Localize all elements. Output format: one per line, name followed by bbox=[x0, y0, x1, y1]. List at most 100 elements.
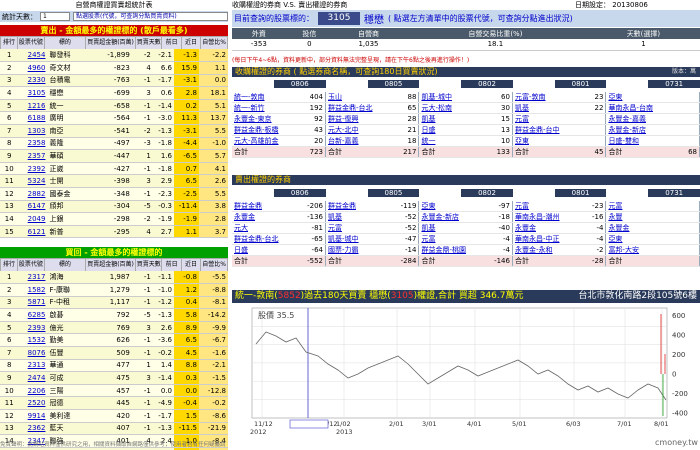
table-cell: 義隆 bbox=[47, 137, 93, 151]
broker-name-link[interactable]: 日盛 bbox=[232, 244, 293, 256]
stock-code-link[interactable]: 1532 bbox=[18, 333, 48, 348]
broker-name-link[interactable]: 群益金鼎 bbox=[232, 201, 293, 212]
stock-code-link[interactable]: 6121 bbox=[18, 225, 48, 239]
broker-name-link[interactable]: 統一 bbox=[418, 135, 480, 147]
broker-name-link[interactable]: 永豐金-新店 bbox=[605, 124, 667, 136]
table-cell: -1.3 bbox=[152, 422, 174, 436]
stock-code-link[interactable]: 2392 bbox=[18, 162, 48, 176]
broker-name-link[interactable]: 元大 bbox=[232, 222, 293, 234]
stock-code-link[interactable]: 2393 bbox=[18, 321, 48, 335]
stock-code-link[interactable]: 2330 bbox=[18, 74, 48, 88]
broker-name-link[interactable]: 永豐 bbox=[605, 211, 667, 223]
stock-code-link[interactable]: 2317 bbox=[18, 271, 48, 285]
date-value[interactable]: 20130806 bbox=[612, 1, 648, 9]
broker-name-link[interactable]: 台新-嘉義 bbox=[325, 135, 387, 147]
table-cell: 華碩 bbox=[47, 149, 93, 163]
stock-code-link[interactable]: 5324 bbox=[18, 174, 48, 189]
stock-code-link[interactable]: 1216 bbox=[18, 99, 48, 113]
days-select[interactable]: 1 bbox=[40, 12, 70, 21]
broker-name-link[interactable]: 永豐金-永和 bbox=[512, 244, 574, 256]
broker-name-link[interactable]: 元富 bbox=[418, 233, 480, 245]
broker-amount: 404 bbox=[292, 92, 326, 103]
stock-code-link[interactable]: 2520 bbox=[18, 396, 48, 411]
stock-code-link[interactable]: 4960 bbox=[18, 61, 48, 75]
broker-name-link[interactable]: 永豐金 bbox=[232, 211, 293, 223]
table-cell: -564 bbox=[92, 111, 132, 126]
broker-name-link[interactable]: 亞東 bbox=[418, 201, 480, 212]
stock-code-link[interactable]: 6285 bbox=[18, 308, 48, 322]
broker-name-link[interactable]: 凱基 bbox=[512, 102, 574, 114]
broker-name-link[interactable]: 群益金鼎-台北 bbox=[232, 233, 293, 245]
broker-name-link[interactable]: 永豐金-新店 bbox=[418, 211, 480, 223]
stock-search-input[interactable]: 點選股票(代號，可查詢分點買賣資料) bbox=[73, 12, 228, 21]
broker-name-link[interactable]: 元大-高雄前金 bbox=[232, 135, 293, 147]
broker-name-link[interactable]: 元富-敦南 bbox=[512, 92, 574, 103]
broker-name-link[interactable]: 元富 bbox=[605, 201, 667, 212]
broker-name-link[interactable]: 凱基-城中 bbox=[325, 233, 387, 245]
broker-name-link[interactable]: 群益-復興 bbox=[325, 113, 387, 125]
broker-name-link[interactable]: 亞東 bbox=[605, 233, 667, 245]
broker-name-link[interactable]: 華南永昌-潮州 bbox=[512, 211, 574, 223]
broker-name-link[interactable]: 永豐金-東京 bbox=[232, 113, 293, 125]
table-cell: -1.5 bbox=[198, 371, 228, 385]
table-row: 4 3105 穩懋 -699 3 0.6 2.8 18.1 bbox=[0, 86, 228, 100]
stock-code-link[interactable]: 6147 bbox=[18, 200, 48, 214]
stock-code-link[interactable]: 2313 bbox=[18, 359, 48, 373]
stock-code-link[interactable]: 2049 bbox=[18, 212, 48, 226]
stock-code-link[interactable]: 2357 bbox=[18, 149, 48, 163]
broker-name-link[interactable]: 凱基 bbox=[418, 113, 480, 125]
stock-code-link[interactable]: 8076 bbox=[18, 346, 48, 360]
stock-code-link[interactable]: 6188 bbox=[18, 111, 48, 126]
broker-name-link[interactable]: 元富 bbox=[325, 222, 387, 234]
broker-name-link[interactable]: 富邦-大安 bbox=[605, 244, 667, 256]
table-cell: 5.5 bbox=[198, 187, 228, 201]
broker-name-link[interactable]: 亞東 bbox=[512, 135, 574, 147]
broker-name-link[interactable]: 亞東 bbox=[605, 92, 667, 103]
broker-name-link[interactable]: 元大-北中 bbox=[325, 124, 387, 136]
broker-name-link[interactable]: 元大-松南 bbox=[418, 102, 480, 114]
stock-code-link[interactable]: 2454 bbox=[18, 49, 48, 63]
broker-name-link[interactable]: 永豐金 bbox=[605, 222, 667, 234]
broker-name-link[interactable]: 永豐金-嘉義 bbox=[605, 113, 667, 125]
broker-name-link[interactable]: 日盛-雙和 bbox=[605, 135, 667, 147]
stock-code-link[interactable]: 2474 bbox=[18, 371, 48, 385]
table-cell: 0.0 bbox=[173, 384, 199, 398]
table-cell: -1.1 bbox=[152, 271, 174, 285]
stock-code-link[interactable]: 2358 bbox=[18, 137, 48, 151]
stock-code-link[interactable]: 2362 bbox=[18, 422, 48, 436]
broker-name-link[interactable]: 群益金鼎-桃園 bbox=[418, 244, 480, 256]
broker-name-link[interactable]: 群益金鼎 bbox=[325, 201, 387, 212]
buy-columns: 排行 股票代號 標的 買賣超金額(百萬) 買賣天數 前日 近日 自營比% bbox=[0, 258, 228, 271]
broker-name-link[interactable]: 凱基 bbox=[325, 211, 387, 223]
broker-name-link[interactable]: 華南永昌-中正 bbox=[512, 233, 574, 245]
broker-name-link[interactable]: 日盛 bbox=[418, 124, 480, 136]
broker-name-link[interactable]: 元富 bbox=[512, 113, 574, 125]
query-hint: ( 點選左方清單中的股票代號，可查詢分點進出狀況) bbox=[388, 14, 573, 23]
stock-code-link[interactable]: 1303 bbox=[18, 124, 48, 138]
broker-name-link[interactable]: 群益金鼎-台北 bbox=[325, 102, 387, 114]
table-cell: -6.7 bbox=[198, 333, 228, 348]
broker-amount: -206 bbox=[292, 201, 326, 212]
table-cell: -3.1 bbox=[173, 124, 199, 138]
broker-name-link[interactable]: 統一-敦南 bbox=[232, 92, 293, 103]
broker-name-link[interactable]: 統一-新竹 bbox=[232, 102, 293, 114]
stock-code-link[interactable]: 1582 bbox=[18, 283, 48, 297]
summary-value[interactable]: 1 bbox=[586, 39, 700, 51]
broker-name-link[interactable]: 永豐金 bbox=[512, 222, 574, 234]
broker-name-link[interactable]: 國票-力霸 bbox=[325, 244, 387, 256]
broker-name-link[interactable]: 群益金鼎-台中 bbox=[512, 124, 574, 136]
table-cell: 407 bbox=[92, 422, 132, 436]
stock-code-link[interactable]: 2882 bbox=[18, 187, 48, 201]
stock-code-link[interactable]: 3105 bbox=[18, 86, 48, 100]
stock-code-link[interactable]: 9914 bbox=[18, 409, 48, 423]
stock-code-link[interactable]: 5871 bbox=[18, 296, 48, 310]
broker-name-link[interactable]: 玉山 bbox=[325, 92, 387, 103]
broker-name-link[interactable]: 凱基-城中 bbox=[418, 92, 480, 103]
broker-name-link[interactable]: 元富 bbox=[512, 201, 574, 212]
broker-name-link[interactable]: 群益金鼎-板橋 bbox=[232, 124, 293, 136]
broker-name-link[interactable]: 凱基 bbox=[418, 222, 480, 234]
stock-code-link[interactable]: 2206 bbox=[18, 384, 48, 398]
broker-amount: -47 bbox=[386, 233, 420, 245]
broker-name-link[interactable]: 華南永昌-台南 bbox=[605, 102, 667, 114]
table-cell: -304 bbox=[92, 200, 132, 214]
